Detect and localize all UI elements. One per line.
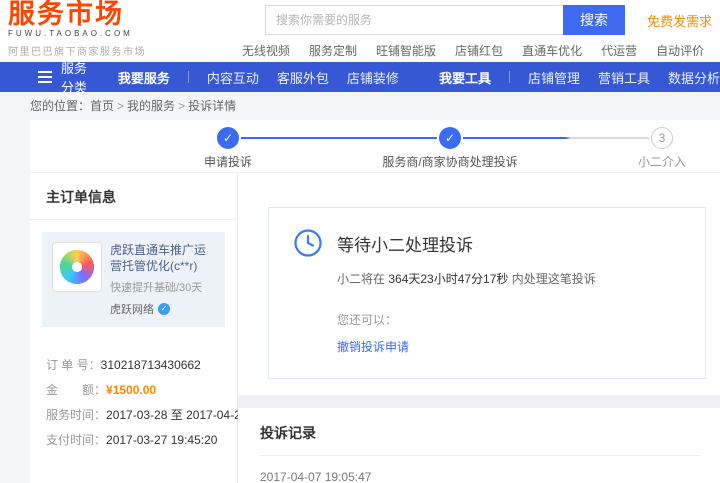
status-message: 小二将在 364天23小时47分17秒 内处理这笔投诉: [337, 270, 681, 287]
product-image: [52, 242, 102, 292]
product-name[interactable]: 虎跃直通车推广运营托管优化(c**r): [110, 242, 215, 274]
status-hint: 您还可以：: [337, 311, 681, 328]
quick-link-smart-shop[interactable]: 旺铺智能版: [376, 42, 436, 59]
breadcrumb-separator: >: [178, 99, 185, 113]
step-connector-done: [241, 137, 437, 139]
logo-subtitle: FUWU.TAOBAO.COM: [8, 29, 133, 38]
search-button[interactable]: 搜索: [563, 5, 625, 35]
countdown-timer: 364天23小时47分17秒: [388, 272, 508, 286]
nav-item-my-tools[interactable]: 我要工具: [439, 68, 491, 87]
nav-item-shop-decoration[interactable]: 店铺装修: [347, 68, 399, 87]
quick-link-shop-redpacket[interactable]: 店铺红包: [455, 42, 503, 59]
quick-link-agent-operate[interactable]: 代运营: [601, 42, 637, 59]
step-connector-partial: [463, 137, 649, 139]
nav-divider: [509, 71, 510, 83]
withdraw-complaint-link[interactable]: 撤销投诉申请: [337, 338, 409, 355]
nav-item-marketing-tools[interactable]: 营销工具: [598, 68, 650, 87]
nav-item-customer-service-outsource[interactable]: 客服外包: [277, 68, 329, 87]
breadcrumb-prefix: 您的位置：: [30, 99, 90, 113]
quick-link-wireless-video[interactable]: 无线视频: [242, 42, 290, 59]
complaint-records-section: 投诉记录 2017-04-07 19:05:47: [238, 408, 720, 483]
vendor-badge-icon: ✓: [158, 303, 170, 315]
field-label: 金 额：: [46, 383, 106, 397]
product-spec: 快速提升基础/30天: [110, 279, 215, 295]
page: 服务市场 FUWU.TAOBAO.COM 阿里巴巴旗下商家服务市场 搜索 免费发…: [0, 0, 720, 483]
pay-time-row: 支付时间：2017-03-27 19:45:20: [46, 428, 221, 453]
field-label: 支付时间：: [46, 433, 106, 447]
service-time-value: 2017-03-28 至 2017-04-27: [106, 408, 247, 422]
step3-label: 小二介入: [562, 153, 720, 170]
nav-item-data-analysis[interactable]: 数据分析: [668, 68, 720, 87]
nav-item-my-services[interactable]: 我要服务: [118, 68, 170, 87]
order-fields: 订 单 号：310218713430662 金 额：¥1500.00 服务时间：…: [30, 339, 237, 467]
nav-item-content-interact[interactable]: 内容互动: [207, 68, 259, 87]
product-card[interactable]: 虎跃直通车推广运营托管优化(c**r) 快速提升基础/30天 虎跃网络 ✓: [42, 232, 225, 327]
step1-label: 申请投诉: [128, 153, 328, 170]
service-time-row: 服务时间：2017-03-28 至 2017-04-27: [46, 403, 221, 428]
product-info: 虎跃直通车推广运营托管优化(c**r) 快速提升基础/30天 虎跃网络 ✓: [110, 242, 215, 317]
main-navbar: 服务分类 我要服务 内容互动 客服外包 店铺装修 我要工具 店铺管理 营销工具 …: [0, 62, 720, 92]
status-title: 等待小二处理投诉: [337, 231, 473, 256]
complaint-entry-timestamp: 2017-04-07 19:05:47: [260, 456, 700, 483]
header: 服务市场 FUWU.TAOBAO.COM 阿里巴巴旗下商家服务市场 搜索 免费发…: [0, 0, 720, 62]
order-number-row: 订 单 号：310218713430662: [46, 353, 221, 378]
order-panel-title: 主订单信息: [30, 173, 237, 220]
quick-link-ztc-optimize[interactable]: 直通车优化: [522, 42, 582, 59]
amount-row: 金 额：¥1500.00: [46, 378, 221, 403]
free-demand-link[interactable]: 免费发需求: [647, 11, 712, 30]
order-number-value: 310218713430662: [101, 358, 201, 372]
breadcrumb-current: 投诉详情: [188, 99, 236, 113]
right-column: 等待小二处理投诉 小二将在 364天23小时47分17秒 内处理这笔投诉 您还可…: [238, 173, 720, 483]
field-label: 服务时间：: [46, 408, 106, 422]
service-category-label: 服务分类: [61, 58, 90, 96]
step2-check-icon: ✓: [439, 127, 461, 149]
search-bar: 搜索: [265, 5, 625, 35]
step3-number-circle: 3: [651, 127, 673, 149]
quick-link-service-custom[interactable]: 服务定制: [309, 42, 357, 59]
breadcrumb-home[interactable]: 首页: [90, 99, 114, 113]
order-panel: 主订单信息 虎跃直通车推广运营托管优化(c**r) 快速提升基础/30天 虎跃网…: [30, 173, 238, 483]
breadcrumb-my-services[interactable]: 我的服务: [127, 99, 175, 113]
product-vendor: 虎跃网络 ✓: [110, 301, 215, 317]
breadcrumb-separator: >: [117, 99, 124, 113]
clock-icon: [293, 228, 323, 258]
nav-item-shop-manage[interactable]: 店铺管理: [528, 68, 580, 87]
site-logo[interactable]: 服务市场 FUWU.TAOBAO.COM: [8, 0, 133, 38]
step2-label: 服务商/商家协商处理投诉: [350, 153, 550, 170]
search-input[interactable]: [265, 5, 563, 35]
progress-steps: ✓ ✓ 3 申请投诉 服务商/商家协商处理投诉 小二介入: [30, 120, 720, 173]
step1-check-icon: ✓: [217, 127, 239, 149]
breadcrumb: 您的位置：首页>我的服务>投诉详情: [0, 92, 720, 120]
quick-link-auto-review[interactable]: 自动评价: [656, 42, 704, 59]
status-box: 等待小二处理投诉 小二将在 364天23小时47分17秒 内处理这笔投诉 您还可…: [268, 207, 706, 379]
logo-tagline: 阿里巴巴旗下商家服务市场: [8, 43, 146, 58]
quick-links: 无线视频 服务定制 旺铺智能版 店铺红包 直通车优化 代运营 自动评价: [242, 42, 704, 59]
nav-divider: [188, 71, 189, 83]
vendor-name: 虎跃网络: [110, 301, 154, 317]
content-row: 主订单信息 虎跃直通车推广运营托管优化(c**r) 快速提升基础/30天 虎跃网…: [30, 173, 720, 483]
section-gap: [238, 395, 720, 408]
logo-title: 服务市场: [8, 0, 133, 28]
nav-menu: 我要服务 内容互动 客服外包 店铺装修 我要工具 店铺管理 营销工具 数据分析: [118, 68, 720, 87]
service-category-button[interactable]: 服务分类: [0, 58, 90, 96]
menu-icon: [38, 71, 52, 83]
pay-time-value: 2017-03-27 19:45:20: [106, 433, 217, 447]
amount-value: ¥1500.00: [106, 383, 156, 397]
main-content: ✓ ✓ 3 申请投诉 服务商/商家协商处理投诉 小二介入 主订单信息 虎跃直通车…: [30, 120, 720, 483]
status-head: 等待小二处理投诉: [293, 228, 681, 258]
complaint-records-title: 投诉记录: [260, 423, 700, 456]
field-label: 订 单 号：: [46, 358, 101, 372]
status-panel: 等待小二处理投诉 小二将在 364天23小时47分17秒 内处理这笔投诉 您还可…: [238, 173, 720, 395]
